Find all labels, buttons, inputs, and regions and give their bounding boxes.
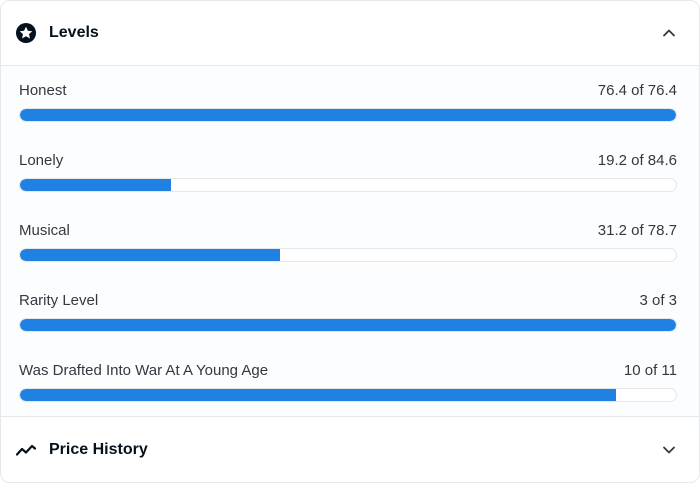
- level-progress-track: [19, 178, 677, 192]
- chevron-up-icon[interactable]: [659, 23, 679, 43]
- level-value: 76.4 of 76.4: [597, 82, 677, 99]
- level-name: Honest: [19, 82, 67, 99]
- level-progress-track: [19, 388, 677, 402]
- level-name: Rarity Level: [19, 292, 99, 309]
- price-history-title: Price History: [49, 441, 148, 458]
- level-value: 3 of 3: [639, 292, 677, 309]
- price-history-section-header[interactable]: Price History: [1, 417, 699, 482]
- level-value: 19.2 of 84.6: [597, 152, 677, 169]
- level-progress-fill: [20, 319, 676, 331]
- level-progress-track: [19, 318, 677, 332]
- level-value: 10 of 11: [623, 362, 677, 379]
- level-row: Rarity Level 3 of 3: [19, 292, 677, 362]
- level-progress-fill: [20, 179, 171, 191]
- level-name: Was Drafted Into War At A Young Age: [19, 362, 269, 379]
- item-details-panel: Levels Honest 76.4 of 76.4 Lonely 19.2 o…: [0, 0, 700, 483]
- chevron-down-icon[interactable]: [659, 440, 679, 460]
- level-progress-fill: [20, 249, 281, 261]
- level-value: 31.2 of 78.7: [597, 222, 677, 239]
- level-row: Musical 31.2 of 78.7: [19, 222, 677, 292]
- levels-title-wrap: Levels: [15, 22, 659, 44]
- level-progress-track: [19, 108, 677, 122]
- levels-title: Levels: [49, 24, 99, 41]
- level-progress-track: [19, 248, 677, 262]
- level-name: Lonely: [19, 152, 64, 169]
- price-history-title-wrap: Price History: [15, 441, 659, 459]
- levels-list: Honest 76.4 of 76.4 Lonely 19.2 of 84.6 …: [1, 66, 699, 417]
- trend-line-icon: [15, 442, 37, 458]
- level-progress-fill: [20, 109, 676, 121]
- star-circle-icon: [15, 22, 37, 44]
- level-name: Musical: [19, 222, 70, 239]
- levels-section-header[interactable]: Levels: [1, 1, 699, 66]
- level-row: Lonely 19.2 of 84.6: [19, 152, 677, 222]
- level-row: Honest 76.4 of 76.4: [19, 82, 677, 152]
- level-progress-fill: [20, 389, 617, 401]
